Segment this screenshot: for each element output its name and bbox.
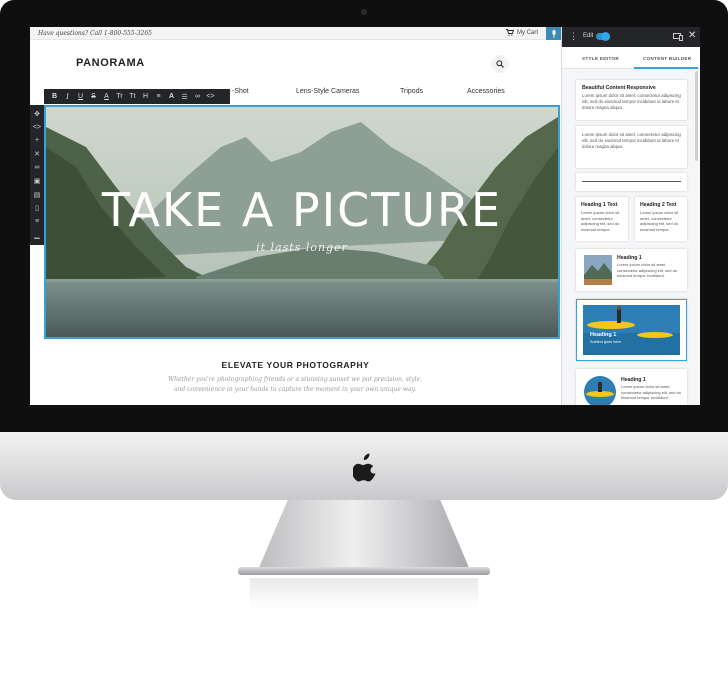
overlay-subtext: Subtext goes here bbox=[590, 340, 621, 344]
block-text: Lorem ipsum dolor sit amet, consectetur … bbox=[581, 210, 620, 232]
hero-subtitle[interactable]: it lasts longer bbox=[46, 241, 558, 254]
block-template-divider[interactable] bbox=[576, 173, 687, 191]
nav-item-accessories[interactable]: Accessories bbox=[467, 88, 505, 95]
block-template-paragraph[interactable]: Lorem ipsum dolor sit amet, consectetur … bbox=[576, 126, 687, 168]
block-title: Beautiful Content Responsive bbox=[582, 85, 656, 91]
panel-header: ⋮ Edit ✕ bbox=[562, 27, 700, 47]
text-color-button[interactable]: A bbox=[100, 89, 113, 104]
block-title: Heading 1 bbox=[617, 255, 642, 261]
editor-panel: ⋮ Edit ✕ STYLE EDITOR CONTENT BUILDER Be… bbox=[561, 27, 700, 405]
copy-icon[interactable]: ▯ bbox=[30, 203, 44, 215]
text-transform-button[interactable]: Tt bbox=[126, 89, 139, 104]
device-preview-icon[interactable] bbox=[673, 33, 683, 41]
block-tools-sidebar: ✥ <> + ✕ ∞ ▣ ▤ ▯ ≡ ▁ bbox=[30, 105, 44, 245]
monitor-stand bbox=[258, 500, 470, 570]
panel-tabs: STYLE EDITOR CONTENT BUILDER bbox=[562, 47, 700, 69]
contact-question: Have questions? Call 1-800-555-3265 bbox=[38, 30, 152, 37]
stand-reflection bbox=[250, 578, 478, 608]
add-icon[interactable]: + bbox=[30, 135, 44, 147]
block-surf-image bbox=[583, 305, 680, 355]
layout-icon[interactable]: ▤ bbox=[30, 189, 44, 201]
font-size-button[interactable]: Tr bbox=[113, 89, 126, 104]
active-tab-indicator bbox=[634, 67, 698, 69]
pin-button[interactable] bbox=[546, 27, 561, 40]
overlay-heading: Heading 1 bbox=[590, 332, 617, 338]
italic-button[interactable]: I bbox=[61, 89, 74, 104]
edit-icon[interactable]: ▁ bbox=[30, 230, 44, 242]
block-title: Heading 1 bbox=[621, 377, 646, 383]
nav-item-tripods[interactable]: Tripods bbox=[400, 88, 423, 95]
align-button[interactable]: ≡ bbox=[152, 89, 165, 104]
camera-icon bbox=[361, 9, 367, 15]
delete-icon[interactable]: ✕ bbox=[30, 149, 44, 161]
site-topbar: Have questions? Call 1-800-555-3265 My C… bbox=[30, 27, 561, 40]
cart-icon bbox=[506, 29, 514, 36]
cart-link[interactable]: My Cart bbox=[506, 29, 538, 36]
more-options-icon[interactable]: ⋮ bbox=[569, 32, 578, 41]
block-text: Lorem ipsum dolor sit amet, consectetur … bbox=[621, 384, 682, 400]
panel-scrollbar[interactable] bbox=[695, 71, 698, 161]
align-icon[interactable]: ≡ bbox=[30, 216, 44, 228]
block-template-title-text[interactable]: Beautiful Content Responsive Lorem ipsum… bbox=[576, 80, 687, 120]
apple-logo-icon bbox=[353, 453, 376, 482]
block-template-heading2-column[interactable]: Heading 2 Text Lorem ipsum dolor sit ame… bbox=[635, 197, 687, 241]
search-icon bbox=[496, 60, 504, 68]
tab-content-builder[interactable]: CONTENT BUILDER bbox=[643, 56, 691, 61]
pin-icon bbox=[552, 29, 555, 38]
website-canvas: Have questions? Call 1-800-555-3265 My C… bbox=[30, 27, 561, 405]
nav-item-shot[interactable]: -Shot bbox=[232, 88, 249, 95]
site-logo[interactable]: PANORAMA bbox=[76, 57, 145, 69]
screen: Have questions? Call 1-800-555-3265 My C… bbox=[30, 27, 700, 405]
hero-banner[interactable]: TAKE A PICTURE it lasts longer bbox=[44, 105, 560, 339]
block-text: Lorem ipsum dolor sit amet, consectetur … bbox=[617, 262, 678, 278]
heading-button[interactable]: H bbox=[139, 89, 152, 104]
block-text-column: Heading 1 Lorem ipsum dolor sit amet, co… bbox=[617, 255, 683, 279]
link-button[interactable]: ∞ bbox=[191, 89, 204, 104]
block-thumbnail-image bbox=[584, 255, 612, 285]
text-style-button[interactable]: A bbox=[165, 89, 178, 104]
bold-button[interactable]: B bbox=[48, 89, 61, 104]
imac-frame: Have questions? Call 1-800-555-3265 My C… bbox=[0, 0, 728, 680]
section-paragraph[interactable]: Whether you're photographing friends or … bbox=[165, 375, 425, 395]
hero-title[interactable]: TAKE A PICTURE bbox=[46, 183, 558, 237]
block-template-image-text[interactable]: Heading 1 Lorem ipsum dolor sit amet, co… bbox=[576, 249, 687, 291]
code-icon[interactable]: <> bbox=[30, 122, 44, 134]
divider-line bbox=[582, 181, 681, 182]
link-icon[interactable]: ∞ bbox=[30, 162, 44, 174]
edit-toggle[interactable] bbox=[596, 32, 610, 41]
section-title[interactable]: ELEVATE YOUR PHOTOGRAPHY bbox=[30, 360, 561, 370]
block-template-circle-image-text[interactable]: Heading 1 Lorem ipsum dolor sit amet, co… bbox=[576, 369, 687, 405]
block-template-image-overlay[interactable]: Heading 1 Subtext goes here bbox=[576, 299, 687, 361]
block-circle-image bbox=[584, 376, 616, 405]
image-icon[interactable]: ▣ bbox=[30, 176, 44, 188]
move-icon[interactable]: ✥ bbox=[30, 108, 44, 120]
block-text: Lorem ipsum dolor sit amet, consectetur … bbox=[582, 132, 681, 149]
block-template-heading1-column[interactable]: Heading 1 Text Lorem ipsum dolor sit ame… bbox=[576, 197, 628, 241]
rich-text-toolbar: B I U S A Tr Tt H ≡ A ☰ ∞ <> bbox=[44, 89, 230, 104]
underline-button[interactable]: U bbox=[74, 89, 87, 104]
cart-label: My Cart bbox=[517, 29, 538, 36]
block-text: Lorem ipsum dolor sit amet, consectetur … bbox=[582, 93, 681, 110]
code-button[interactable]: <> bbox=[204, 89, 217, 104]
block-text-column: Heading 1 Lorem ipsum dolor sit amet, co… bbox=[621, 377, 683, 401]
list-button[interactable]: ☰ bbox=[178, 89, 191, 104]
site-search-button[interactable] bbox=[491, 55, 509, 73]
block-text: Lorem ipsum dolor sit amet, consectetur … bbox=[640, 210, 679, 232]
monitor-stand-base bbox=[238, 567, 490, 575]
edit-label: Edit bbox=[583, 33, 594, 39]
nav-item-lens-style-cameras[interactable]: Lens-Style Cameras bbox=[296, 88, 359, 95]
close-icon[interactable]: ✕ bbox=[688, 31, 696, 41]
strikethrough-button[interactable]: S bbox=[87, 89, 100, 104]
block-title: Heading 2 Text bbox=[640, 202, 677, 208]
tab-style-editor[interactable]: STYLE EDITOR bbox=[582, 56, 619, 61]
block-title: Heading 1 Text bbox=[581, 202, 618, 208]
